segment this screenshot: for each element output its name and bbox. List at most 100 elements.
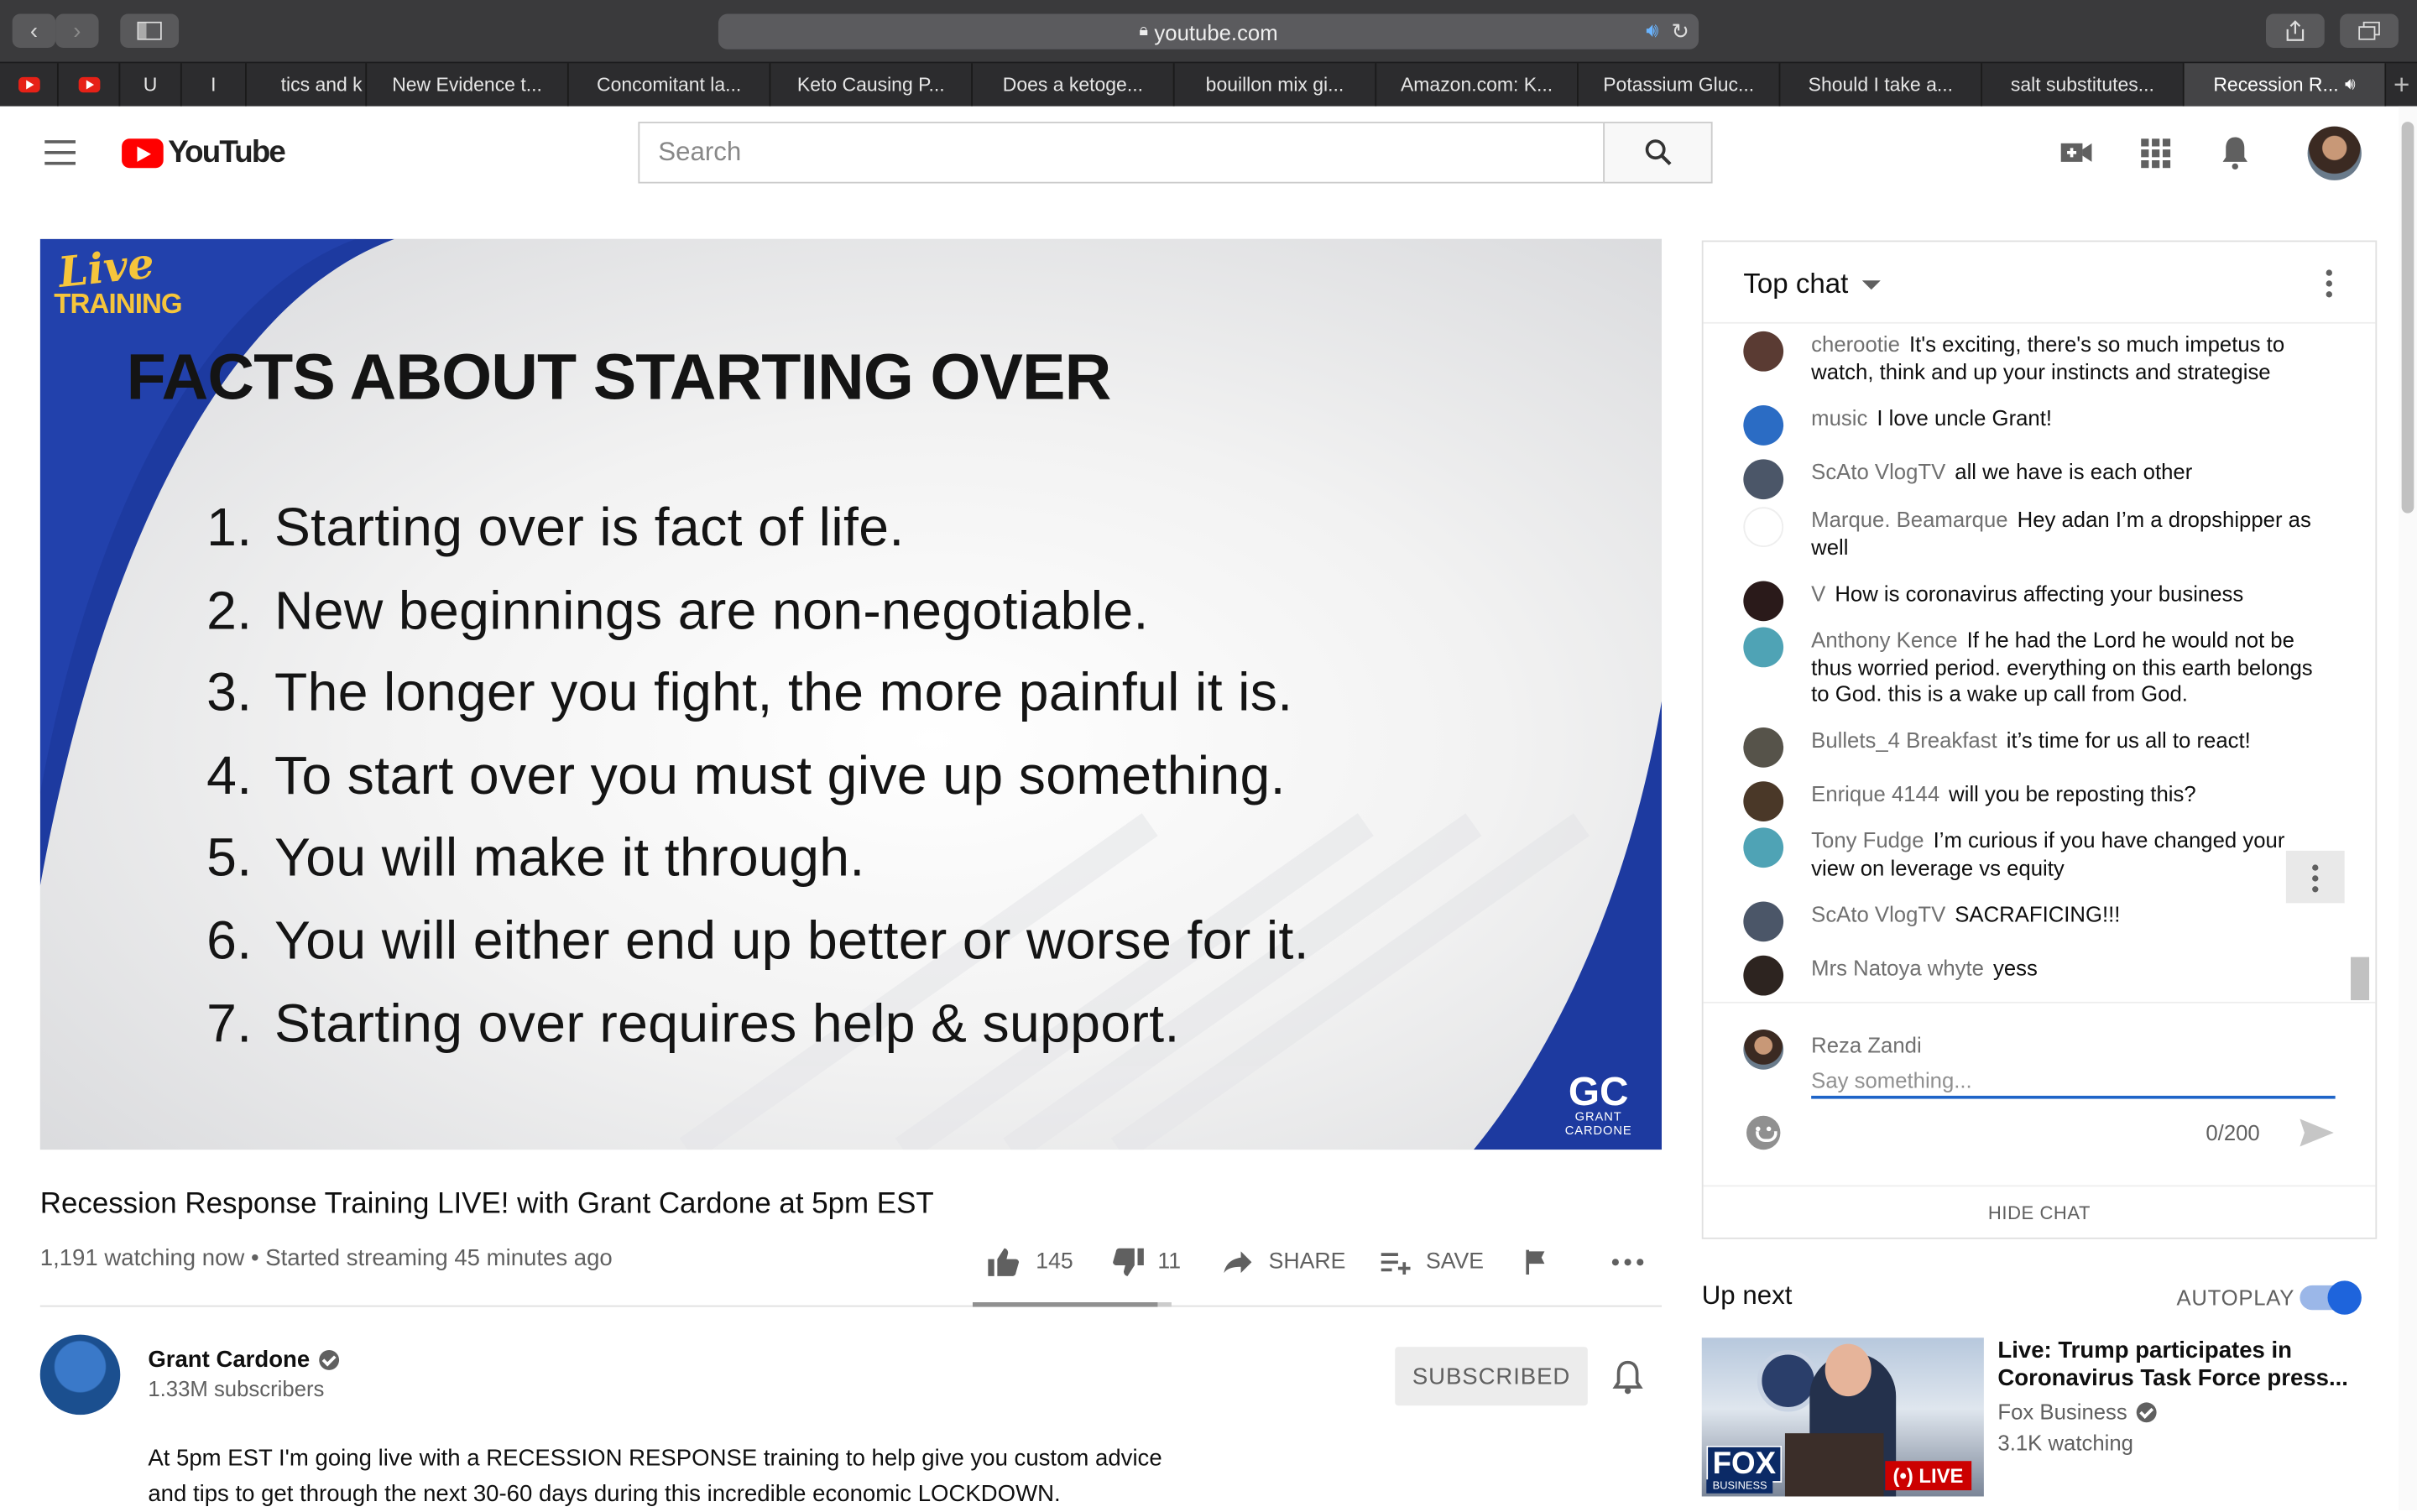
tab-7[interactable]: Concomitant la... — [569, 63, 771, 107]
chat-message: Enrique 4144 will you be reposting this? — [1743, 781, 2329, 821]
tab-youtube-2[interactable] — [59, 63, 121, 107]
tab-11[interactable]: Amazon.com: K... — [1376, 63, 1579, 107]
live-badge: (•) LIVE — [1885, 1461, 1971, 1491]
author-avatar[interactable] — [1743, 581, 1784, 622]
tab-8[interactable]: Keto Causing P... — [770, 63, 973, 107]
tab-overview-button[interactable] — [2340, 13, 2399, 48]
thumbs-up-icon — [988, 1248, 1020, 1276]
like-button[interactable]: 145 — [987, 1242, 1073, 1282]
youtube-favicon-icon — [18, 76, 39, 93]
user-avatar[interactable] — [2307, 126, 2362, 180]
back-button[interactable]: ‹ — [12, 13, 56, 48]
save-video-button[interactable]: SAVE — [1380, 1242, 1484, 1282]
youtube-play-icon — [122, 138, 164, 169]
tab-12[interactable]: Potassium Gluc... — [1579, 63, 1781, 107]
chat-menu-icon[interactable] — [2326, 269, 2332, 302]
audio-playing-icon[interactable]: 🔊︎ — [1646, 18, 1658, 43]
tab-5[interactable]: tics and k — [247, 63, 368, 107]
sidebar-toggle-button[interactable] — [120, 13, 180, 48]
flag-icon — [1526, 1249, 1545, 1275]
tab-youtube-1[interactable] — [0, 63, 59, 107]
new-tab-button[interactable]: + — [2386, 63, 2417, 106]
fact-item: 5. You will make it through. — [206, 828, 865, 889]
share-video-button[interactable]: SHARE — [1223, 1242, 1345, 1282]
author-avatar[interactable] — [1743, 901, 1784, 942]
more-horizontal-icon — [1611, 1259, 1644, 1266]
tab-13[interactable]: Should I take a... — [1780, 63, 1983, 107]
forward-button[interactable]: › — [55, 13, 99, 48]
search-button[interactable] — [1603, 122, 1713, 184]
tab-3[interactable]: U — [120, 63, 182, 107]
autoplay-toggle[interactable] — [2300, 1280, 2362, 1315]
thumbs-down-icon — [1113, 1248, 1144, 1276]
channel-bell-icon[interactable] — [1610, 1358, 1644, 1395]
chat-mode-dropdown[interactable]: Top chat — [1743, 269, 1881, 301]
page-scrollbar[interactable] — [2398, 106, 2417, 1510]
up-next-channel[interactable]: Fox Business — [1997, 1400, 2157, 1424]
tab-10[interactable]: bouillon mix gi... — [1175, 63, 1377, 107]
dislike-button[interactable]: 11 — [1111, 1242, 1181, 1282]
info-divider — [39, 1305, 1662, 1307]
youtube-logo[interactable]: YouTube — [122, 136, 286, 171]
author-avatar[interactable] — [1743, 459, 1784, 500]
search-icon — [1644, 139, 1671, 166]
emoji-icon[interactable] — [1746, 1115, 1781, 1150]
chat-messages: cherootie It's exciting, there's so much … — [1704, 324, 2376, 1002]
chat-message: music I love uncle Grant! — [1743, 405, 2329, 446]
tab-active[interactable]: Recession R... 🔊︎ — [2184, 63, 2387, 107]
send-icon[interactable] — [2299, 1118, 2336, 1149]
author-avatar[interactable] — [1743, 627, 1784, 668]
tab-bar: U I tics and k New Evidence t... Concomi… — [0, 61, 2417, 107]
tab-6[interactable]: New Evidence t... — [367, 63, 569, 107]
chat-compose: Reza Zandi 0/200 — [1703, 1001, 2376, 1182]
author-avatar[interactable] — [1743, 727, 1784, 768]
share-arrow-icon — [1224, 1251, 1252, 1274]
address-bar[interactable]: 🔒︎ youtube.com 🔊︎ ↻ — [718, 13, 1699, 50]
hide-chat-button[interactable]: HIDE CHAT — [1703, 1185, 2376, 1237]
channel-avatar[interactable] — [39, 1334, 121, 1416]
up-next-title[interactable]: Live: Trump participates in Coronavirus … — [1997, 1337, 2367, 1393]
tab-4[interactable]: I — [182, 63, 247, 107]
chat-message: V How is coronavirus affecting your busin… — [1743, 581, 2329, 622]
channel-name[interactable]: Grant Cardone — [148, 1347, 340, 1374]
share-button[interactable] — [2266, 13, 2325, 48]
chat-input[interactable] — [1811, 1065, 2336, 1099]
fact-item: 4. To start over you must give up somethi… — [206, 745, 1286, 806]
chat-message: Marque. Beamarque Hey adan I’m a dropship… — [1743, 507, 2329, 560]
toggle-knob — [2327, 1280, 2362, 1315]
subscribed-button[interactable]: SUBSCRIBED — [1395, 1347, 1588, 1406]
video-meta: 1,191 watching now • Started streaming 4… — [39, 1245, 613, 1272]
my-username: Reza Zandi — [1811, 1032, 1922, 1057]
notifications-bell-icon[interactable] — [2216, 134, 2253, 171]
up-next-label: Up next — [1701, 1280, 1793, 1311]
create-video-icon[interactable] — [2058, 134, 2095, 171]
author-avatar[interactable] — [1743, 405, 1784, 446]
author-avatar[interactable] — [1743, 507, 1784, 548]
reload-icon[interactable]: ↻ — [1672, 18, 1690, 44]
chat-header: Top chat — [1703, 242, 2376, 324]
up-next-thumbnail[interactable]: FOX BUSINESS (•) LIVE — [1701, 1337, 1984, 1497]
author-avatar[interactable] — [1743, 955, 1784, 996]
apps-grid-icon[interactable] — [2137, 134, 2174, 171]
sidebar-icon — [137, 21, 162, 40]
verified-icon — [2136, 1401, 2157, 1422]
author-avatar[interactable] — [1743, 781, 1784, 821]
more-actions-button[interactable] — [1610, 1242, 1644, 1282]
report-button[interactable] — [1525, 1242, 1549, 1282]
live-chat-panel: Top chat cherootie It's exciting, there's… — [1701, 240, 2378, 1239]
tab-9[interactable]: Does a ketoge... — [973, 63, 1175, 107]
author-avatar[interactable] — [1743, 827, 1784, 868]
author-avatar[interactable] — [1743, 331, 1784, 372]
tab-audio-icon[interactable]: 🔊︎ — [2345, 75, 2356, 95]
char-counter: 0/200 — [2206, 1120, 2260, 1145]
fact-item: 3. The longer you fight, the more painful… — [206, 663, 1293, 723]
fact-item: 7. Starting over requires help & support. — [206, 993, 1180, 1054]
tab-14[interactable]: salt substitutes... — [1982, 63, 2185, 107]
chat-scrollbar[interactable] — [2351, 957, 2370, 1001]
page-scroll-thumb[interactable] — [2401, 122, 2414, 514]
menu-icon[interactable] — [44, 140, 76, 173]
autoplay-label: AUTOPLAY — [2176, 1285, 2295, 1311]
search-input[interactable] — [638, 122, 1605, 184]
video-player[interactable]: Live TRAINING FACTS ABOUT STARTING OVER … — [39, 238, 1662, 1150]
fox-business-logo-sub: BUSINESS — [1706, 1479, 1773, 1494]
